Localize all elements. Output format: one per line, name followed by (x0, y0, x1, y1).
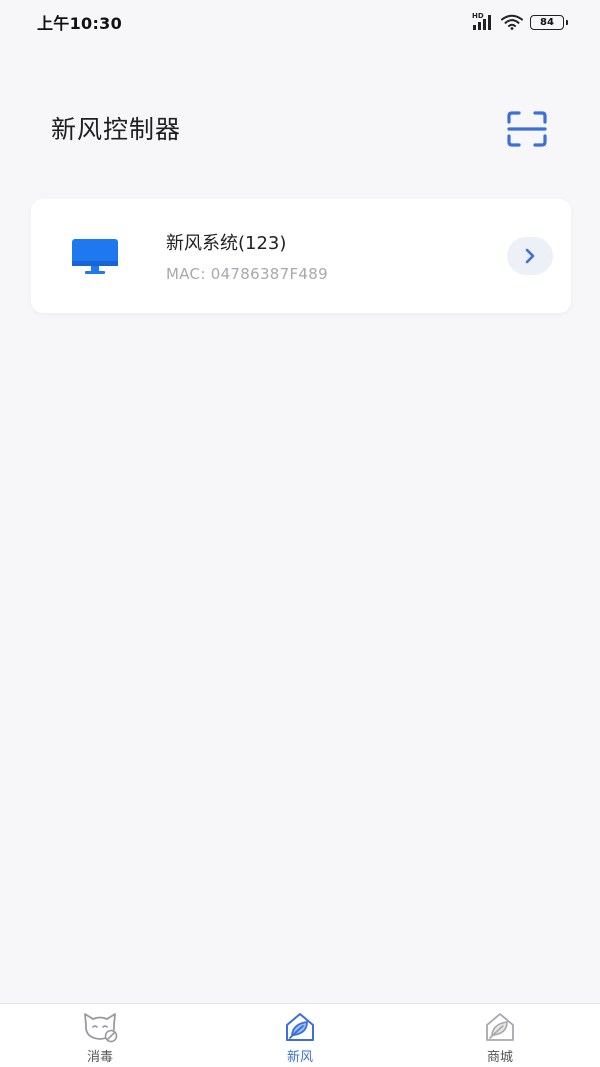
chevron-right-icon (525, 248, 535, 264)
tab-label: 商城 (486, 1050, 513, 1065)
device-name: 新风系统(123) (166, 233, 287, 254)
leaf-house-icon (286, 1013, 314, 1041)
status-bar: 上午10:30 HD 84 (0, 0, 600, 44)
monitor-icon (72, 239, 118, 274)
tab-label: 新风 (286, 1050, 313, 1065)
cat-disinfect-icon (84, 1013, 118, 1043)
status-time: 上午10:30 (37, 14, 123, 33)
device-detail-button[interactable] (507, 237, 553, 275)
bottom-tab-bar: 消毒 新风 商城 (0, 1003, 600, 1067)
tab-mall[interactable]: 商城 (400, 1004, 600, 1067)
tab-label: 消毒 (86, 1050, 113, 1065)
status-icons: HD 84 (472, 12, 568, 30)
signal-icon: HD (472, 12, 494, 30)
page-title: 新风控制器 (51, 115, 182, 144)
wifi-icon (501, 14, 523, 30)
battery-icon: 84 (530, 14, 568, 30)
tab-fresh-air[interactable]: 新风 (200, 1004, 400, 1067)
device-card[interactable]: 新风系统(123) MAC: 04786387F489 (31, 199, 571, 313)
tab-disinfect[interactable]: 消毒 (0, 1004, 200, 1067)
screen: 上午10:30 HD 84 新风控制器 新风系统(123) MAC: 04786… (0, 0, 600, 1067)
device-mac: MAC: 04786387F489 (166, 265, 328, 283)
leaf-house-icon (486, 1013, 514, 1041)
battery-level: 84 (540, 16, 554, 28)
scan-icon (507, 111, 547, 147)
scan-button[interactable] (505, 109, 549, 149)
